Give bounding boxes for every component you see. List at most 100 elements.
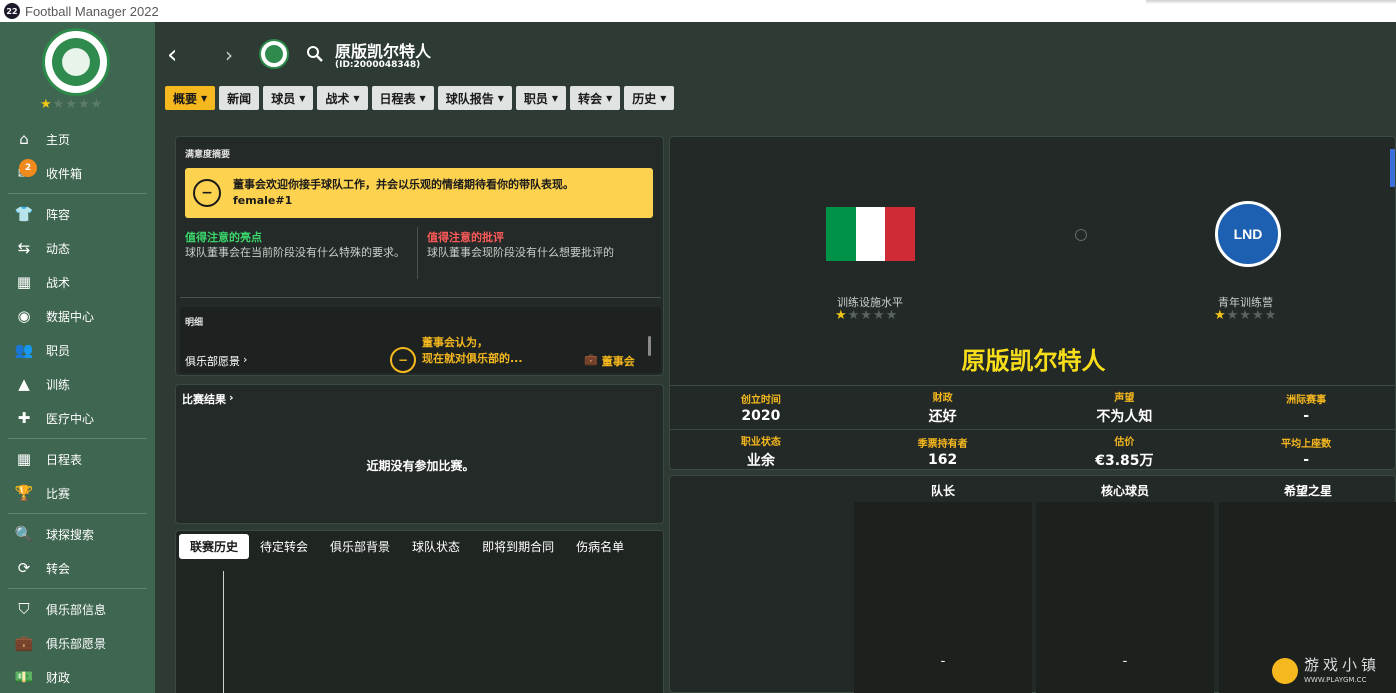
header-club-crest-icon[interactable] [259,39,289,69]
info-value: €3.85万 [1095,453,1154,469]
info-cell: 季票持有者 162 [852,430,1034,473]
sidebar-item-inbox[interactable]: ✉收件箱2 [0,156,155,190]
watermark-text: 游戏小镇 [1304,656,1381,674]
sidebar-item-label: 球探搜索 [46,527,95,542]
tab-label: 日程表 [379,91,416,106]
board-opinion-text: 董事会认为， 现在就对俱乐部的... [422,336,523,365]
half-star-icon: ★ [40,97,53,112]
sidebar-item-label: 比赛 [46,486,71,501]
info-value: - [1303,452,1310,468]
page-title: 原版凯尔特人 [335,42,432,61]
club-info-grid: 创立时间 2020 财政 还好 声望 不为人知 洲际赛事 - 职业状态 业余 季票持有者 162 估价 €… [670,385,1396,473]
tab-5[interactable]: 球队报告 ▼ [437,86,512,110]
sidebar-item-label: 阵容 [46,207,71,222]
tab-8[interactable]: 历史 ▼ [624,86,675,110]
sidebar-item-staff[interactable]: 👥 职员 [0,333,155,367]
club-vision-icon: 💼 [14,634,34,652]
club-name: 原版凯尔特人 [961,347,1106,375]
chevron-down-icon: ▼ [299,93,306,103]
info-row: 创立时间 2020 财政 还好 声望 不为人知 洲际赛事 - [670,385,1396,429]
highlights-body: 球队董事会在当前阶段没有什么特殊的要求。 [185,246,405,259]
info-cell: 洲际赛事 - [1215,386,1396,429]
nav-separator [8,588,147,589]
shirt-icon: 👕 [14,205,34,223]
sidebar-item-label: 日程表 [46,452,83,467]
info-key: 季票持有者 [917,439,968,450]
club-vision-label: 俱乐部愿景 [185,355,240,368]
panel-scrollbar[interactable] [1390,149,1395,187]
medical-icon: ✚ [17,409,31,427]
tab-0[interactable]: 概要 ▼ [165,86,216,110]
sidebar-item-medical[interactable]: ✚ 医疗中心 [0,401,155,435]
forward-button[interactable]: › [225,44,241,66]
tab-label: 历史 [632,91,657,106]
chart-axis-line [223,571,224,693]
details-scrollbar[interactable] [648,336,651,356]
board-link[interactable]: 💼 董事会 [584,353,635,369]
sidebar-item-club-info[interactable]: ⛉ 俱乐部信息 [0,592,155,626]
sidebar-item-dynamics[interactable]: ⇆ 动态 [0,231,155,265]
info-cell: 平均上座数 - [1215,430,1396,473]
sidebar-item-scouting[interactable]: 🔍 球探搜索 [0,517,155,551]
dynamics-icon: ⇆ [17,239,31,257]
tab-label: 职员 [523,91,548,106]
board-message-text: 董事会欢迎你接手球队工作，并会以乐观的情绪期待看你的带队表现。female#1 [233,178,574,207]
search-icon[interactable] [306,45,324,63]
home-icon: ⌂ [19,130,29,148]
chevron-down-icon: ▼ [606,93,613,103]
watermark-logo-icon [1272,658,1298,684]
training-icon: ▲ [18,375,30,393]
watermark-url: WWW.PLAYGM.CC [1304,676,1367,684]
sidebar-item-home[interactable]: ⌂ 主页 [0,122,155,156]
board-label: 董事会 [601,355,635,368]
results-empty-text: 近期没有参加比赛。 [366,459,475,473]
history-tab-1[interactable]: 待定转会 [249,534,319,559]
history-tab-2[interactable]: 俱乐部背景 [319,534,401,559]
finances-icon: 💵 [14,668,34,686]
history-tab-5[interactable]: 伤病名单 [565,534,635,559]
sidebar-item-trophy[interactable]: 🏆 比赛 [0,476,155,510]
back-button[interactable]: ‹ [167,42,185,68]
sidebar-item-label: 数据中心 [46,309,95,324]
club-vision-link[interactable]: 俱乐部愿景 › [185,353,247,369]
sidebar-item-training[interactable]: ▲ 训练 [0,367,155,401]
tab-6[interactable]: 职员 ▼ [515,86,567,110]
sidebar-item-data-hub[interactable]: ◉ 数据中心 [0,299,155,333]
tab-4[interactable]: 日程表 ▼ [371,86,434,110]
chevron-down-icon: ▼ [497,93,504,103]
rising-star-title: 希望之星 [1283,484,1332,498]
history-tab-4[interactable]: 即将到期合同 [471,534,565,559]
chevron-right-icon: › [229,391,234,404]
history-tab-0[interactable]: 联赛历史 [179,534,250,559]
history-tab-3[interactable]: 球队状态 [401,534,471,559]
sidebar-item-shirt[interactable]: 👕 阵容 [0,197,155,231]
sidebar-item-finances[interactable]: 💵 财政 [0,660,155,693]
chevron-down-icon: ▼ [419,93,426,103]
tab-label: 转会 [578,91,603,106]
captain-value: - [940,654,946,669]
chevron-down-icon: ▼ [660,93,667,103]
sidebar-item-club-vision[interactable]: 💼 俱乐部愿景 [0,626,155,660]
empty-stars-icon: ★★★★ [1226,308,1278,323]
info-value: 162 [928,452,958,468]
sidebar-item-transfers[interactable]: ⟳ 转会 [0,551,155,585]
club-crest-icon[interactable] [42,28,110,96]
window-title: Football Manager 2022 [25,3,159,19]
history-panel: 联赛历史 待定转会 俱乐部背景 球队状态 即将到期合同 伤病名单 [175,530,664,693]
sidebar-item-calendar[interactable]: ▦ 日程表 [0,442,155,476]
core-player-title: 核心球员 [1100,484,1149,498]
tab-7[interactable]: 转会 ▼ [570,86,621,110]
league-logo-icon[interactable]: LND [1215,201,1281,267]
info-key: 洲际赛事 [1286,395,1327,406]
results-link[interactable]: 比赛结果 › [182,391,234,407]
satisfaction-title: 满意度摘要 [185,150,231,160]
tab-2[interactable]: 球员 ▼ [263,86,314,110]
info-key: 平均上座数 [1281,439,1332,450]
sidebar-item-tactics[interactable]: ▦ 战术 [0,265,155,299]
club-info-icon: ⛉ [18,600,30,618]
tab-3[interactable]: 战术 ▼ [317,86,368,110]
top-tab-bar: 概要 ▼ 新闻 球员 ▼ 战术 ▼ 日程表 ▼ 球队报告 ▼ 职员 ▼ 转会 ▼ 历史 ▼ [165,86,675,110]
sidebar-item-label: 收件箱 [46,166,83,181]
tab-1[interactable]: 新闻 [219,86,260,110]
core-player-column: 核心球员 - [1036,484,1214,693]
